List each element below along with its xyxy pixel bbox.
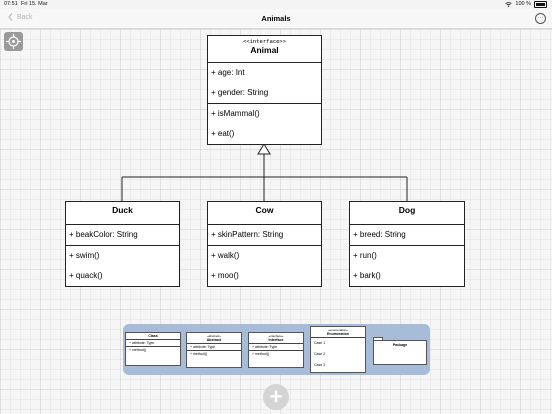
class-animal[interactable]: <<interface>> Animal + age: Int + gender… xyxy=(207,35,322,145)
class-cow[interactable]: Cow + skinPattern: String + walk() + moo… xyxy=(207,201,322,287)
class-dog[interactable]: Dog + breed: String + run() + bark() xyxy=(349,201,465,287)
method-row: + walk() xyxy=(211,251,240,260)
palette-abstract-header: «abstract» Abstract xyxy=(187,333,241,344)
palette-interface-name: Interface xyxy=(268,338,284,342)
class-name: Cow xyxy=(255,205,274,215)
attribute-row: + age: Int xyxy=(211,68,245,77)
class-header: Duck xyxy=(66,202,179,225)
attributes-section: + age: Int + gender: String xyxy=(208,63,321,104)
palette-enum-case: Case 2 xyxy=(314,352,326,356)
palette-enumeration-name: Enumeration xyxy=(327,332,349,336)
attributes-section: + breed: String xyxy=(350,225,464,246)
attribute-row: + skinPattern: String xyxy=(211,230,284,239)
methods-section: + swim() + quack() xyxy=(66,246,179,286)
palette-abstract[interactable]: «abstract» Abstract + attribute: Type + … xyxy=(186,332,242,368)
attribute-row: + beakColor: String xyxy=(69,230,138,239)
class-name: Dog xyxy=(398,205,416,215)
palette-method: + method() xyxy=(129,348,147,352)
method-row: + moo() xyxy=(211,271,239,280)
palette-abstract-name: Abstract xyxy=(206,338,222,342)
method-row: + eat() xyxy=(211,129,235,138)
palette-class-name: Class xyxy=(126,333,180,340)
attribute-row: + breed: String xyxy=(353,230,406,239)
palette-attribute: + attribute: Type xyxy=(187,344,241,351)
palette-enumeration-header: «enumeration» Enumeration xyxy=(311,327,365,338)
attributes-section: + beakColor: String xyxy=(66,225,179,246)
palette-method: + method() xyxy=(252,352,270,356)
method-row: + swim() xyxy=(69,251,100,260)
palette-enum-case: Case 3 xyxy=(314,363,326,367)
method-row: + run() xyxy=(353,251,377,260)
inheritance-arrowhead xyxy=(257,143,271,155)
class-duck[interactable]: Duck + beakColor: String + swim() + quac… xyxy=(65,201,180,287)
method-row: + quack() xyxy=(69,271,103,280)
palette-enum-case: Case 1 xyxy=(314,341,326,345)
palette-interface-header: «interface» Interface xyxy=(249,333,303,344)
attributes-section: + skinPattern: String xyxy=(208,225,321,246)
class-name: Duck xyxy=(112,205,133,215)
attribute-row: + gender: String xyxy=(211,88,269,97)
class-header: <<interface>> Animal xyxy=(208,36,321,63)
add-button[interactable]: + xyxy=(263,384,289,410)
stereotype-label: <<interface>> xyxy=(242,39,287,45)
palette-interface[interactable]: «interface» Interface + attribute: Type … xyxy=(248,332,304,368)
method-row: + isMammal() xyxy=(211,109,260,118)
class-header: Cow xyxy=(208,202,321,225)
palette-class[interactable]: Class + attribute: Type + method() xyxy=(125,332,181,366)
palette-attribute: + attribute: Type xyxy=(249,344,303,351)
methods-section: + walk() + moo() xyxy=(208,246,321,286)
class-name: Animal xyxy=(250,45,279,55)
methods-section: + isMammal() + eat() xyxy=(208,104,321,144)
class-header: Dog xyxy=(350,202,464,225)
method-row: + bark() xyxy=(353,271,381,280)
palette-enumeration[interactable]: «enumeration» Enumeration Case 1 Case 2 … xyxy=(310,326,366,373)
palette-attribute: + attribute: Type xyxy=(126,340,180,347)
methods-section: + run() + bark() xyxy=(350,246,464,286)
palette-package-name: Package xyxy=(392,343,408,347)
palette-method: + method() xyxy=(190,352,208,356)
palette-package[interactable]: Package xyxy=(373,340,427,365)
